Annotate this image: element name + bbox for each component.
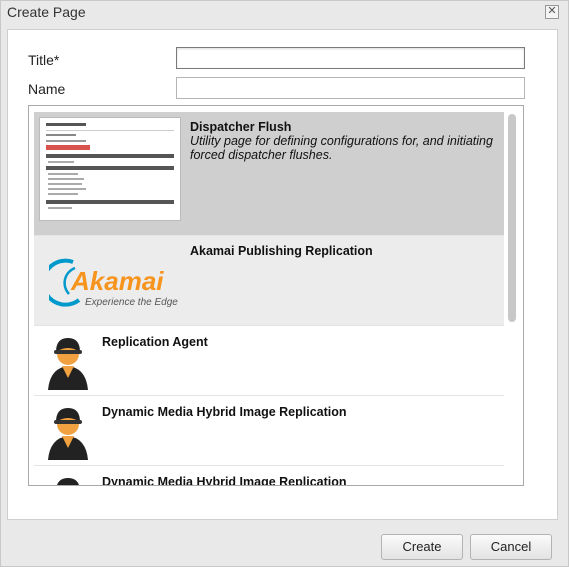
- create-button[interactable]: Create: [381, 534, 463, 560]
- close-icon[interactable]: ✕: [545, 5, 559, 19]
- template-name: Dynamic Media Hybrid Image Replication: [102, 475, 347, 486]
- template-name: Replication Agent: [102, 335, 208, 349]
- dispatcher-flush-thumbnail: [39, 117, 181, 221]
- dialog-title: Create Page: [7, 4, 86, 20]
- dialog-titlebar: Create Page ✕: [1, 1, 568, 25]
- agent-icon: [46, 474, 90, 485]
- template-item-akamai[interactable]: Akamai Experience the Edge Akamai Publis…: [34, 236, 504, 326]
- template-item-dynamic-media-2[interactable]: Dynamic Media Hybrid Image Replication: [34, 466, 504, 486]
- name-field[interactable]: [176, 77, 525, 99]
- template-list-scrollbar[interactable]: [507, 112, 517, 480]
- template-list[interactable]: Dispatcher Flush Utility page for defini…: [28, 105, 524, 486]
- agent-icon: [46, 334, 90, 395]
- title-label: Title*: [28, 52, 60, 68]
- name-label: Name: [28, 81, 66, 97]
- cancel-button[interactable]: Cancel: [470, 534, 552, 560]
- template-name: Dispatcher Flush: [190, 120, 292, 134]
- title-field[interactable]: [176, 47, 525, 69]
- scrollbar-thumb[interactable]: [508, 114, 516, 322]
- template-item-replication-agent[interactable]: Replication Agent: [34, 326, 504, 396]
- template-description: Utility page for defining configurations…: [190, 134, 493, 162]
- agent-icon: [46, 404, 90, 465]
- akamai-tagline: Experience the Edge: [85, 297, 178, 308]
- template-name: Dynamic Media Hybrid Image Replication: [102, 405, 347, 419]
- template-item-dispatcher-flush[interactable]: Dispatcher Flush Utility page for defini…: [34, 112, 504, 236]
- template-name: Akamai Publishing Replication: [190, 244, 373, 258]
- create-page-dialog: Create Page ✕ Title* Name Dispatcher Flu…: [0, 0, 569, 567]
- akamai-logo-text: Akamai: [71, 266, 164, 296]
- template-item-dynamic-media[interactable]: Dynamic Media Hybrid Image Replication: [34, 396, 504, 466]
- akamai-logo: Akamai Experience the Edge: [41, 254, 189, 310]
